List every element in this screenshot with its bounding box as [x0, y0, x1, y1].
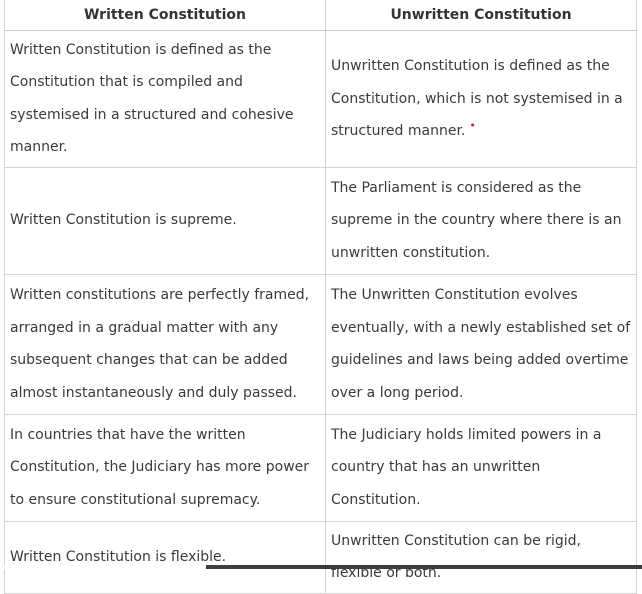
column-header-unwritten: Unwritten Constitution [325, 0, 637, 31]
table-row: In countries that have the written Const… [4, 413, 637, 522]
written-cell: Written Constitution is supreme. [4, 166, 326, 275]
table-row: Written Constitution is supreme. The Par… [4, 166, 637, 275]
unwritten-cell: The Parliament is considered as the supr… [325, 166, 637, 275]
written-cell: Written constitutions are perfectly fram… [4, 273, 326, 415]
table-row: Written Constitution is defined as the C… [4, 30, 637, 168]
table-row: Written Constitution is flexible. Unwrit… [4, 520, 637, 594]
unwritten-cell: The Unwritten Constitution evolves event… [325, 273, 637, 415]
unwritten-cell: Unwritten Constitution is defined as the… [325, 30, 637, 168]
table-row: Written constitutions are perfectly fram… [4, 273, 637, 415]
horizontal-scrollbar-thumb[interactable] [206, 565, 642, 569]
comparison-table: Written Constitution Unwritten Constitut… [4, 0, 637, 594]
unwritten-cell: Unwritten Constitution can be rigid, fle… [325, 520, 637, 594]
column-header-written: Written Constitution [4, 0, 326, 31]
written-cell: In countries that have the written Const… [4, 413, 326, 522]
written-cell: Written Constitution is flexible. [4, 520, 326, 594]
unwritten-text: Unwritten Constitution is defined as the… [331, 58, 623, 140]
red-dot-marker: • [469, 119, 476, 133]
unwritten-cell: The Judiciary holds limited powers in a … [325, 413, 637, 522]
table-header-row: Written Constitution Unwritten Constitut… [4, 0, 637, 31]
written-cell: Written Constitution is defined as the C… [4, 30, 326, 168]
